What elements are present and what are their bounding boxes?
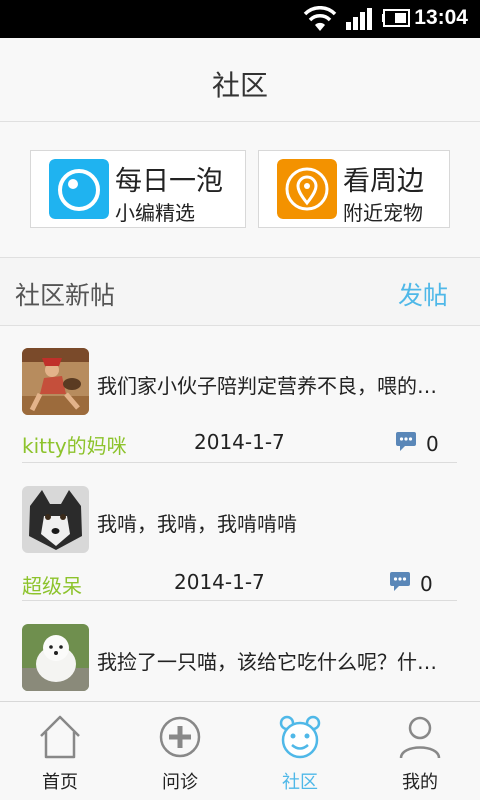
new-posts-header: 社区新帖 发帖 — [0, 258, 480, 326]
comment-count: 0 — [420, 572, 433, 596]
bubble-icon — [49, 159, 109, 219]
bear-face-icon — [279, 715, 321, 759]
post-text: 我捡了一只喵，该给它吃什么呢？什… — [97, 650, 437, 674]
tab-label: 问诊 — [162, 772, 198, 793]
post-author[interactable]: 超级呆 — [22, 570, 82, 599]
location-pin-icon — [277, 159, 337, 219]
feature-subtitle: 小编精选 — [115, 201, 195, 225]
status-bar: 13:04 — [0, 0, 480, 38]
divider — [22, 600, 457, 601]
bottom-tab-bar: 首页 问诊 社区 我的 — [0, 701, 480, 800]
tab-label: 我的 — [402, 772, 438, 793]
list-item[interactable]: 我们家小伙子陪判定营养不良，喂的… kitty的妈咪 2014-1-7 0 — [0, 326, 480, 464]
home-icon — [40, 715, 80, 759]
feature-name: 看周边 — [343, 166, 424, 197]
signal-icon — [346, 8, 372, 30]
plus-circle-icon — [159, 716, 201, 758]
post-text: 我啃，我啃，我啃啃啃 — [97, 512, 297, 536]
post-thumbnail — [22, 348, 89, 415]
comment-icon — [390, 572, 410, 591]
feature-name: 每日一泡 — [115, 166, 223, 197]
tab-label: 首页 — [42, 772, 78, 793]
section-title: 社区新帖 — [15, 281, 116, 310]
wifi-icon — [303, 6, 337, 31]
new-post-button[interactable]: 发帖 — [398, 276, 448, 312]
comment-count: 0 — [426, 432, 439, 456]
post-date: 2014-1-7 — [174, 570, 265, 594]
post-text: 我们家小伙子陪判定营养不良，喂的… — [97, 374, 437, 398]
feature-panel: 每日一泡 小编精选 看周边 附近宠物 — [0, 122, 480, 258]
post-date: 2014-1-7 — [194, 430, 285, 454]
page-title: 社区 — [211, 69, 268, 102]
clock: 13:04 — [414, 6, 468, 29]
person-icon — [399, 716, 441, 759]
post-author[interactable]: kitty的妈咪 — [22, 430, 127, 459]
nearby-card[interactable]: 看周边 附近宠物 — [258, 150, 450, 228]
feature-subtitle: 附近宠物 — [343, 201, 423, 225]
daily-bubble-card[interactable]: 每日一泡 小编精选 — [30, 150, 246, 228]
list-item[interactable]: 我捡了一只喵，该给它吃什么呢？什… — [0, 602, 480, 701]
list-item[interactable]: 我啃，我啃，我啃啃啃 超级呆 2014-1-7 0 — [0, 464, 480, 602]
tab-home[interactable]: 首页 — [0, 702, 120, 800]
tab-label: 社区 — [282, 772, 318, 793]
post-thumbnail — [22, 486, 89, 553]
header: 社区 — [0, 38, 480, 122]
tab-consult[interactable]: 问诊 — [120, 702, 240, 800]
tab-community[interactable]: 社区 — [240, 702, 360, 800]
post-thumbnail — [22, 624, 89, 691]
post-list: 我们家小伙子陪判定营养不良，喂的… kitty的妈咪 2014-1-7 0 我啃… — [0, 326, 480, 701]
battery-icon — [382, 9, 410, 27]
divider — [22, 462, 457, 463]
tab-mine[interactable]: 我的 — [360, 702, 480, 800]
comment-icon — [396, 432, 416, 451]
